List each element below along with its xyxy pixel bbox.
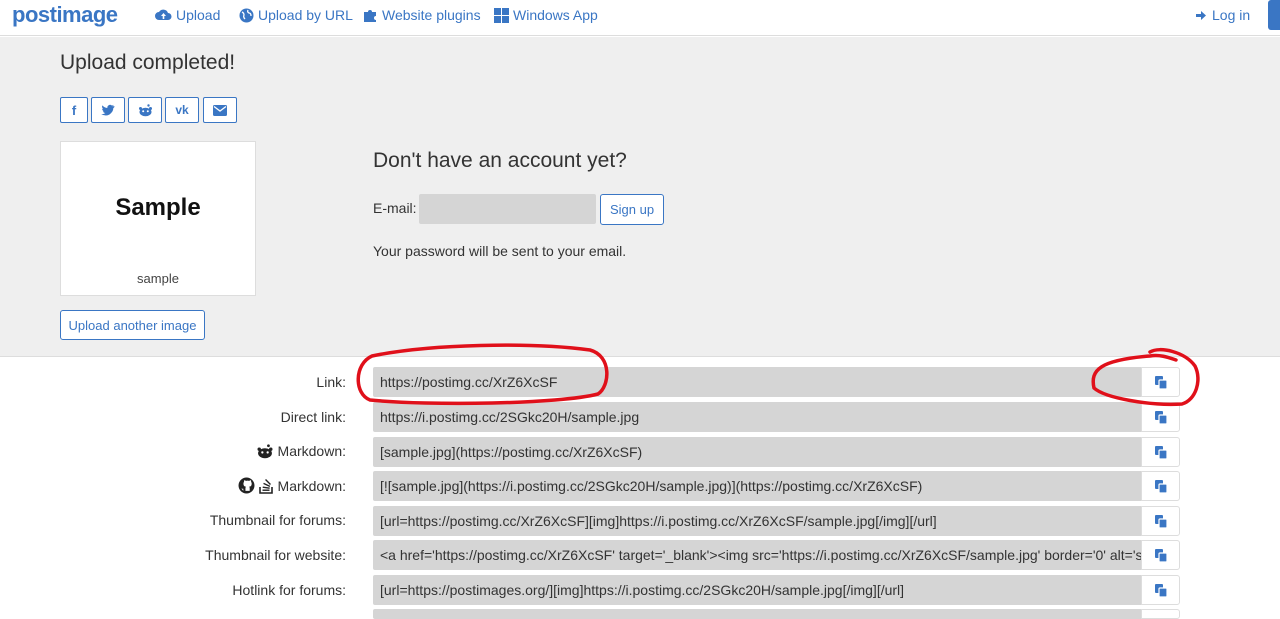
copy-direct-link-button[interactable]: [1141, 402, 1180, 432]
markdown-github-field[interactable]: [![sample.jpg](https://i.postimg.cc/2SGk…: [373, 471, 1141, 501]
image-thumbnail[interactable]: Sample sample: [60, 141, 256, 296]
link-field[interactable]: https://postimg.cc/XrZ6XcSF: [373, 367, 1141, 397]
copy-hotlink-website-button[interactable]: [1141, 609, 1180, 619]
email-icon: [213, 104, 227, 116]
share-vk-button[interactable]: vk: [165, 97, 199, 123]
nav-menu-button[interactable]: [1268, 0, 1280, 30]
copy-icon: [1154, 375, 1167, 389]
thumbnail-caption: sample: [137, 271, 179, 286]
copy-icon: [1154, 548, 1167, 562]
hotlink-website-field[interactable]: [373, 609, 1141, 619]
direct-link-field[interactable]: https://i.postimg.cc/2SGkc20H/sample.jpg: [373, 402, 1141, 432]
vk-icon: vk: [175, 103, 189, 117]
upload-summary-panel: Upload completed! f vk Sample sample Upl…: [0, 37, 1280, 357]
account-prompt-title: Don't have an account yet?: [373, 149, 627, 172]
markdown-reddit-field[interactable]: [sample.jpg](https://postimg.cc/XrZ6XcSF…: [373, 437, 1141, 467]
share-facebook-button[interactable]: f: [60, 97, 88, 123]
navbar: postimage Upload Upload by URL Website p…: [0, 0, 1280, 36]
copy-thumbnail-website-button[interactable]: [1141, 540, 1180, 570]
direct-link-label: Direct link:: [280, 409, 346, 425]
page-title: Upload completed!: [60, 51, 236, 74]
copy-hotlink-forums-button[interactable]: [1141, 575, 1180, 605]
globe-icon: [239, 8, 254, 22]
copy-icon: [1154, 445, 1167, 459]
postimage-logo[interactable]: postimage: [12, 2, 118, 28]
markdown-github-label-text: Markdown:: [277, 477, 346, 494]
nav-upload-by-url[interactable]: Upload by URL: [239, 7, 353, 23]
reddit-icon: [138, 103, 152, 116]
upload-another-button[interactable]: Upload another image: [60, 310, 205, 340]
copy-icon: [1154, 514, 1167, 528]
thumbnail-forums-label: Thumbnail for forums:: [209, 512, 346, 528]
thumbnail-website-field[interactable]: <a href='https://postimg.cc/XrZ6XcSF' ta…: [373, 540, 1141, 570]
link-label: Link:: [316, 374, 346, 390]
thumbnail-image-text: Sample: [115, 194, 201, 221]
share-reddit-button[interactable]: [128, 97, 162, 123]
hotlink-forums-field[interactable]: [url=https://postimages.org/][img]https:…: [373, 575, 1141, 605]
copy-markdown-github-button[interactable]: [1141, 471, 1180, 501]
copy-thumbnail-forums-button[interactable]: [1141, 506, 1180, 536]
copy-markdown-reddit-button[interactable]: [1141, 437, 1180, 467]
copy-icon: [1154, 410, 1167, 424]
nav-windows-app-label: Windows App: [513, 7, 598, 23]
share-email-button[interactable]: [203, 97, 237, 123]
copy-icon: [1154, 583, 1167, 597]
nav-upload-label: Upload: [176, 7, 221, 23]
thumbnail-website-label: Thumbnail for website:: [205, 547, 346, 563]
email-input[interactable]: [419, 194, 596, 224]
facebook-icon: f: [71, 102, 77, 118]
nav-login-label: Log in: [1212, 7, 1251, 23]
puzzle-icon: [364, 9, 376, 22]
github-icon: [238, 477, 254, 494]
markdown-reddit-label: Markdown:: [256, 443, 346, 459]
reddit-icon: [257, 443, 273, 458]
signup-button[interactable]: Sign up: [600, 194, 664, 225]
share-twitter-button[interactable]: [91, 97, 125, 123]
nav-login[interactable]: Log in: [1195, 7, 1250, 23]
markdown-reddit-label-text: Markdown:: [277, 443, 346, 459]
nav-windows-app[interactable]: Windows App: [494, 7, 598, 23]
nav-upload-by-url-label: Upload by URL: [258, 7, 353, 23]
sign-in-icon: [1196, 10, 1206, 20]
nav-website-plugins[interactable]: Website plugins: [363, 7, 481, 23]
copy-link-button[interactable]: [1141, 367, 1180, 397]
email-label: E-mail:: [373, 200, 417, 216]
markdown-github-label: Markdown:: [238, 477, 346, 494]
cloud-upload-icon: [155, 9, 172, 20]
nav-website-plugins-label: Website plugins: [382, 7, 481, 23]
copy-icon: [1154, 479, 1167, 493]
stackoverflow-icon: [258, 479, 273, 494]
thumbnail-forums-field[interactable]: [url=https://postimg.cc/XrZ6XcSF][img]ht…: [373, 506, 1141, 536]
nav-upload[interactable]: Upload: [155, 7, 220, 23]
password-note: Your password will be sent to your email…: [373, 243, 627, 259]
hotlink-forums-label: Hotlink for forums:: [232, 582, 346, 598]
twitter-icon: [101, 104, 115, 116]
windows-icon: [494, 7, 509, 23]
